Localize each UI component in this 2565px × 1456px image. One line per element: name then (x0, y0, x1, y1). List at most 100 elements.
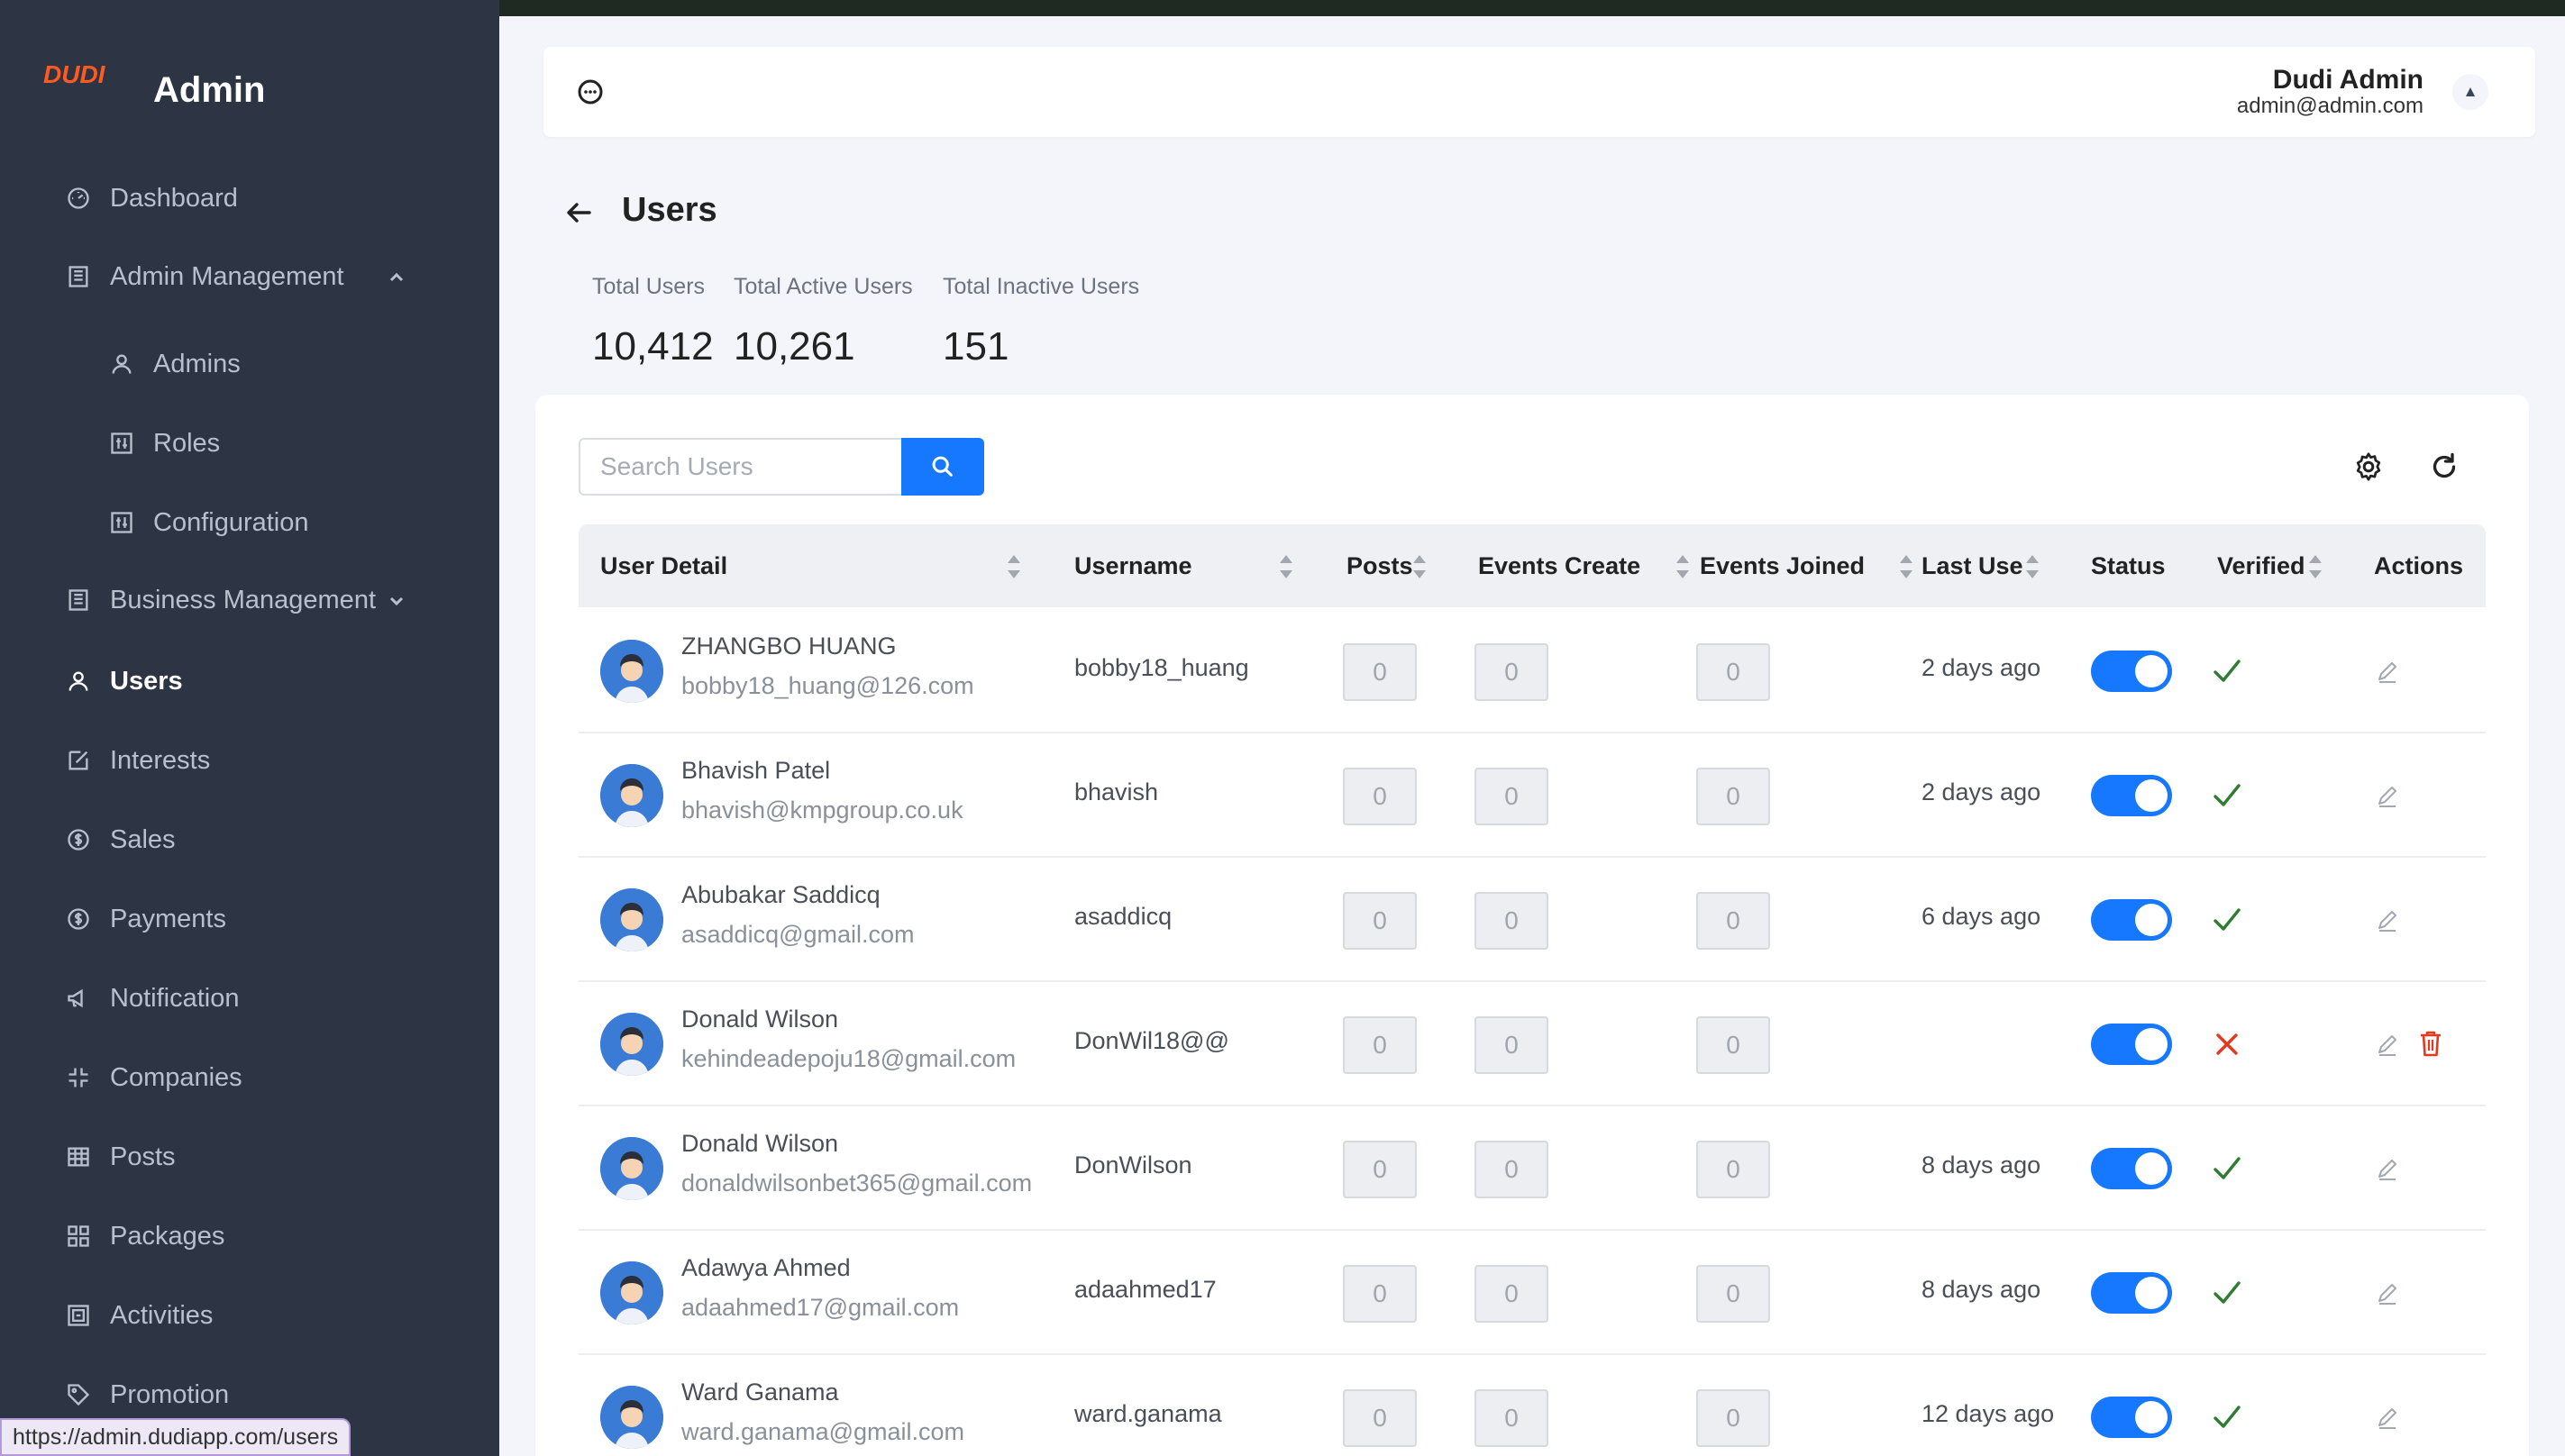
sidebar-item-interests[interactable]: Interests (63, 733, 433, 787)
sort-icon[interactable] (1411, 553, 1428, 580)
sidebar-item-configuration[interactable]: Configuration (106, 496, 476, 550)
edit-icon[interactable] (2374, 658, 2401, 685)
dollar-circle-icon (63, 904, 94, 934)
username-cell: DonWil18@@ (1074, 1027, 1229, 1054)
status-toggle[interactable] (2091, 1148, 2172, 1189)
edit-icon[interactable] (2374, 1279, 2401, 1306)
sidebar-item-companies[interactable]: Companies (63, 1051, 433, 1105)
user-avatar[interactable] (2452, 74, 2488, 110)
column-header-last-use[interactable]: Last Use (1921, 524, 2023, 607)
events-create-count: 0 (1474, 1016, 1548, 1074)
events-joined-count: 0 (1696, 1141, 1770, 1198)
sort-icon[interactable] (2307, 553, 2323, 580)
sidebar-item-label: Interests (110, 745, 211, 775)
status-toggle[interactable] (2091, 775, 2172, 816)
toggle-knob (2135, 1401, 2168, 1433)
user-full-name[interactable]: Ward Ganama (681, 1379, 839, 1406)
chevron-up-icon[interactable] (386, 266, 407, 287)
sidebar-item-activities[interactable]: Activities (63, 1288, 433, 1342)
status-toggle[interactable] (2091, 1024, 2172, 1065)
events-joined-count: 0 (1696, 1265, 1770, 1323)
status-toggle[interactable] (2091, 651, 2172, 692)
message-icon[interactable] (576, 77, 605, 106)
user-full-name[interactable]: Abubakar Saddicq (681, 881, 881, 909)
search-button[interactable] (901, 438, 984, 496)
sidebar-item-payments[interactable]: Payments (63, 892, 433, 946)
sort-icon[interactable] (1278, 553, 1294, 580)
events-create-count: 0 (1474, 892, 1548, 950)
user-full-name[interactable]: Adawya Ahmed (681, 1254, 851, 1282)
edit-icon[interactable] (2374, 1155, 2401, 1182)
dashboard-icon (63, 183, 94, 214)
sidebar-item-label: Posts (110, 1142, 176, 1171)
sidebar-item-label: Sales (110, 824, 176, 854)
chevron-down-icon[interactable] (386, 589, 407, 611)
check-icon (2214, 660, 2241, 682)
sidebar-item-roles[interactable]: Roles (106, 416, 476, 470)
user-avatar-illustration (600, 764, 663, 827)
search-input[interactable] (579, 438, 901, 496)
sidebar-item-admins[interactable]: Admins (106, 337, 476, 391)
table-header: User Detail Username Posts Events Create… (579, 524, 2486, 607)
column-header-username[interactable]: Username (1074, 524, 1192, 607)
posts-count: 0 (1343, 892, 1417, 950)
status-toggle[interactable] (2091, 1272, 2172, 1314)
username-cell: DonWilson (1074, 1151, 1192, 1178)
table-row: Donald Wilson donaldwilsonbet365@gmail.co… (579, 1106, 2486, 1231)
sidebar-item-business-management[interactable]: Business Management (63, 573, 433, 627)
column-header-verified[interactable]: Verified (2217, 524, 2305, 607)
megaphone-icon (63, 983, 94, 1014)
toggle-knob (2135, 904, 2168, 936)
top-header: Dudi Admin admin@admin.com (543, 47, 2535, 137)
user-full-name[interactable]: Bhavish Patel (681, 757, 830, 785)
user-avatar-illustration (600, 1013, 663, 1076)
avatar (600, 1013, 663, 1076)
refresh-icon[interactable] (2428, 450, 2460, 483)
column-header-user-detail[interactable]: User Detail (600, 524, 727, 607)
sidebar-item-sales[interactable]: Sales (63, 813, 433, 867)
header-user-name[interactable]: Dudi Admin (2273, 65, 2424, 96)
sidebar-item-notification[interactable]: Notification (63, 971, 433, 1025)
user-email: ward.ganama@gmail.com (681, 1418, 965, 1445)
user-email: adaahmed17@gmail.com (681, 1294, 960, 1321)
settings-gear-icon[interactable] (2352, 450, 2385, 483)
sort-icon[interactable] (1675, 553, 1691, 580)
sidebar-item-promotion[interactable]: Promotion (63, 1368, 433, 1422)
sort-icon[interactable] (1006, 553, 1022, 580)
status-toggle[interactable] (2091, 1397, 2172, 1438)
user-email: bobby18_huang@126.com (681, 672, 974, 699)
column-header-events-joined[interactable]: Events Joined (1700, 524, 1865, 607)
column-header-posts[interactable]: Posts (1346, 524, 1413, 607)
edit-icon[interactable] (2374, 782, 2401, 809)
sidebar-item-dashboard[interactable]: Dashboard (63, 171, 433, 225)
user-full-name[interactable]: Donald Wilson (681, 1130, 838, 1158)
last-use-cell: 8 days ago (1921, 1151, 2041, 1178)
last-use-cell: 2 days ago (1921, 654, 2041, 681)
table-row: ZHANGBO HUANG bobby18_huang@126.com bobby1… (579, 609, 2486, 733)
sidebar-item-admin-management[interactable]: Admin Management (63, 250, 433, 304)
edit-icon[interactable] (2374, 906, 2401, 933)
users-table-card: User Detail Username Posts Events Create… (535, 395, 2529, 1456)
sort-icon[interactable] (2024, 553, 2040, 580)
user-full-name[interactable]: Donald Wilson (681, 1006, 838, 1033)
sidebar-item-users[interactable]: Users (63, 654, 433, 708)
toggle-knob (2135, 1152, 2168, 1185)
sort-icon[interactable] (1898, 553, 1914, 580)
user-avatar-illustration (600, 640, 663, 703)
back-arrow-icon[interactable] (561, 195, 597, 231)
events-create-count: 0 (1474, 1141, 1548, 1198)
sidebar-item-posts[interactable]: Posts (63, 1130, 433, 1184)
column-header-status: Status (2091, 551, 2166, 579)
edit-icon[interactable] (2374, 1404, 2401, 1431)
compress-icon (63, 1062, 94, 1093)
edit-icon[interactable] (2374, 1031, 2401, 1058)
building-icon (63, 585, 94, 615)
user-icon (106, 349, 137, 379)
delete-icon[interactable] (2417, 1029, 2444, 1058)
column-header-events-create[interactable]: Events Create (1478, 524, 1640, 607)
sidebar-item-label: Dashboard (110, 183, 238, 213)
status-toggle[interactable] (2091, 899, 2172, 941)
sidebar-item-packages[interactable]: Packages (63, 1209, 433, 1263)
check-icon (2214, 1157, 2241, 1179)
user-full-name[interactable]: ZHANGBO HUANG (681, 632, 897, 660)
